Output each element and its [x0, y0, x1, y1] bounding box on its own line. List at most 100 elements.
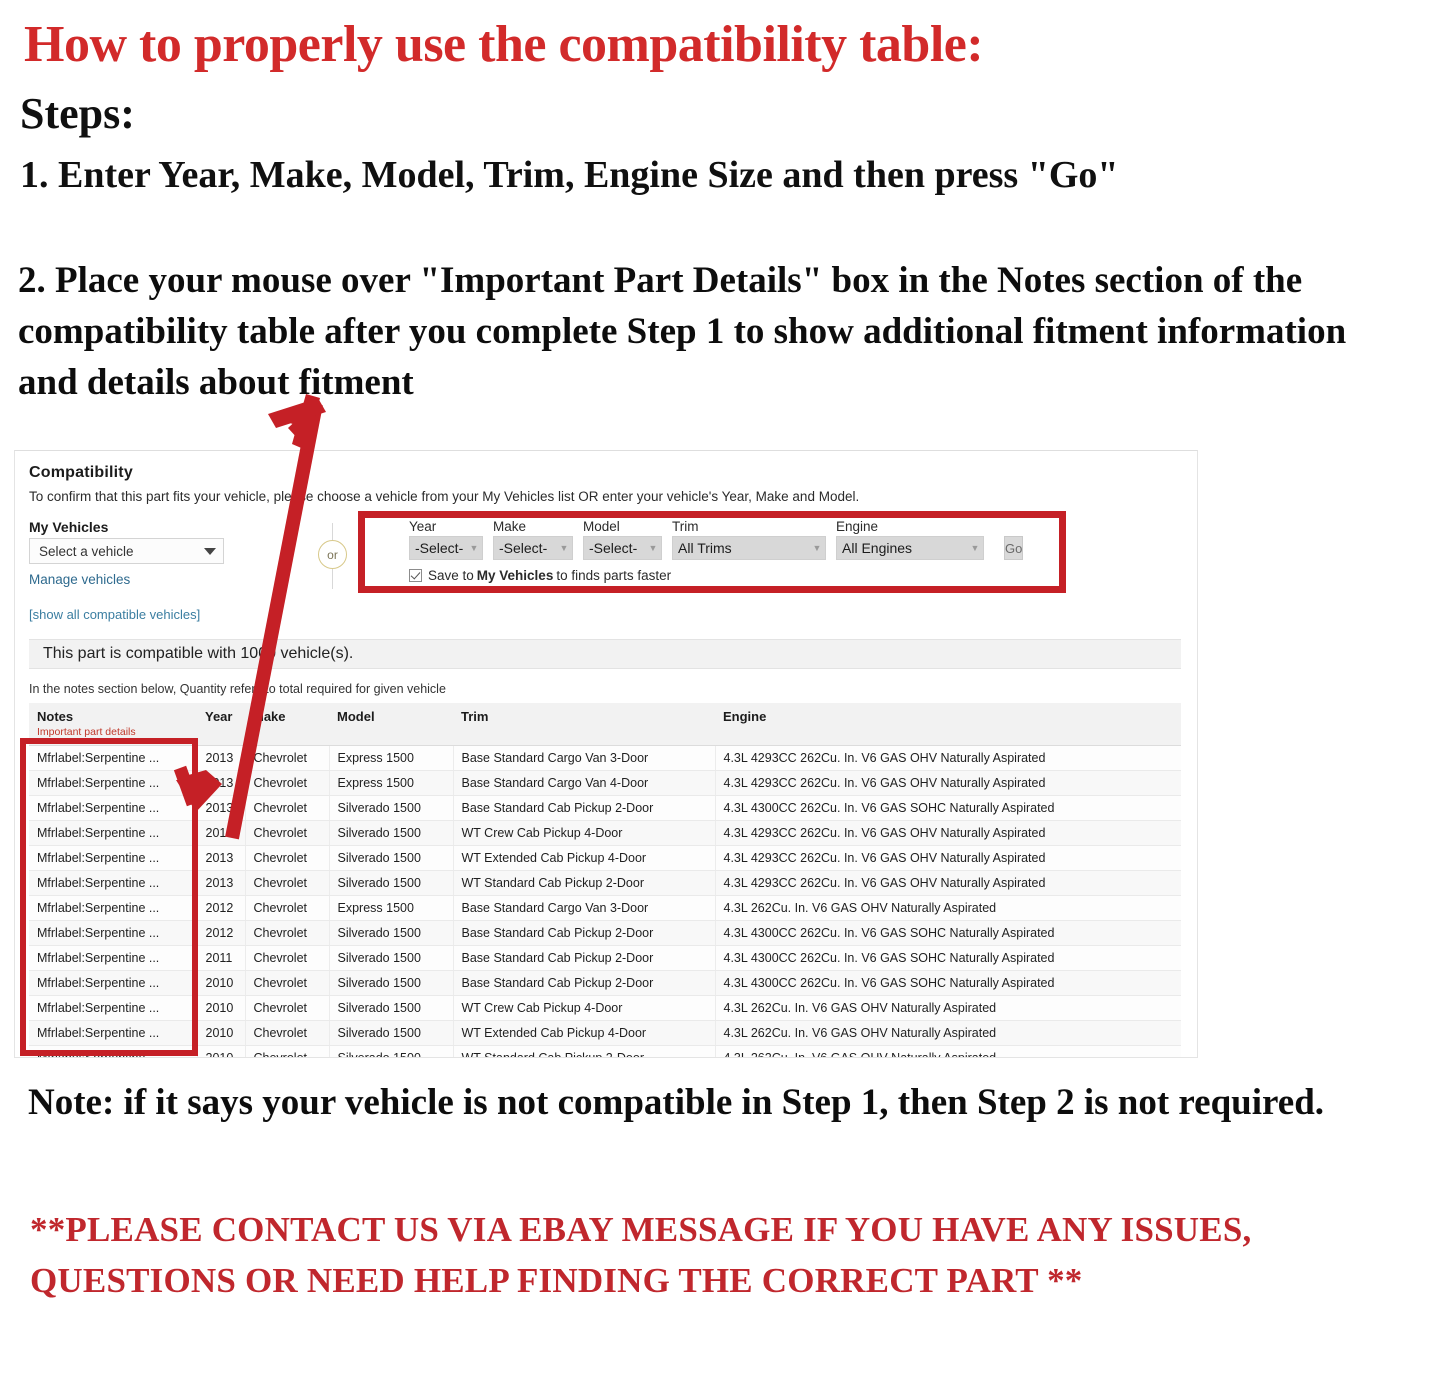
col-header-trim: Trim [453, 703, 715, 746]
col-header-year: Year [197, 703, 245, 746]
highlight-box-notes-column [20, 738, 198, 1056]
compatibility-heading: Compatibility [29, 464, 133, 481]
cell-year: 2013 [197, 745, 246, 771]
note-text: Note: if it says your vehicle is not com… [28, 1082, 1325, 1123]
compatible-count-banner: This part is compatible with 1000 vehicl… [29, 639, 1181, 669]
or-badge-label: or [318, 540, 347, 569]
manage-vehicles-link[interactable]: Manage vehicles [29, 572, 130, 587]
my-vehicles-select[interactable]: Select a vehicle [29, 538, 224, 564]
cell-make: Chevrolet [245, 795, 330, 821]
cell-trim: Base Standard Cab Pickup 2-Door [453, 795, 716, 821]
cell-year: 2013 [197, 870, 246, 896]
cell-year: 2010 [197, 995, 246, 1021]
cell-model: Silverado 1500 [329, 920, 454, 946]
cell-model: Silverado 1500 [329, 970, 454, 996]
cell-model: Silverado 1500 [329, 1045, 454, 1057]
notes-quantity-hint: In the notes section below, Quantity ref… [29, 682, 446, 696]
cell-make: Chevrolet [245, 945, 330, 971]
cell-trim: Base Standard Cab Pickup 2-Door [453, 920, 716, 946]
cell-engine: 4.3L 4300CC 262Cu. In. V6 GAS SOHC Natur… [715, 945, 1181, 971]
compatibility-subtitle: To confirm that this part fits your vehi… [29, 489, 860, 504]
or-divider: or [311, 523, 355, 589]
cell-year: 2013 [197, 845, 246, 871]
cell-trim: Base Standard Cargo Van 3-Door [453, 895, 716, 921]
cell-model: Silverado 1500 [329, 795, 454, 821]
table-row: Mfrlabel:Serpentine ... 2010 Chevrolet Silv… [29, 1020, 1181, 1046]
cell-trim: WT Crew Cab Pickup 4-Door [453, 995, 716, 1021]
cell-trim: Base Standard Cab Pickup 2-Door [453, 945, 716, 971]
cell-engine: 4.3L 4300CC 262Cu. In. V6 GAS SOHC Natur… [715, 795, 1181, 821]
table-row: Mfrlabel:Serpentine ... 2013 Chevrolet Silv… [29, 870, 1181, 896]
table-header-row: Notes Important part details Year Make M… [29, 703, 1181, 746]
cell-model: Express 1500 [329, 745, 454, 771]
cell-engine: 4.3L 4293CC 262Cu. In. V6 GAS OHV Natura… [715, 820, 1181, 846]
cell-engine: 4.3L 4293CC 262Cu. In. V6 GAS OHV Natura… [715, 870, 1181, 896]
cell-year: 2012 [197, 895, 246, 921]
cell-make: Chevrolet [245, 995, 330, 1021]
cell-engine: 4.3L 262Cu. In. V6 GAS OHV Naturally Asp… [715, 1045, 1181, 1057]
cell-year: 2013 [197, 795, 246, 821]
cell-year: 2013 [197, 770, 246, 796]
cell-trim: Base Standard Cab Pickup 2-Door [453, 970, 716, 996]
my-vehicles-select-value: Select a vehicle [39, 543, 134, 559]
contact-text: **PLEASE CONTACT US VIA EBAY MESSAGE IF … [30, 1210, 1252, 1300]
cell-trim: Base Standard Cargo Van 4-Door [453, 770, 716, 796]
cell-model: Silverado 1500 [329, 1020, 454, 1046]
cell-make: Chevrolet [245, 920, 330, 946]
cell-model: Silverado 1500 [329, 820, 454, 846]
table-row: Mfrlabel:Serpentine ... 2010 Chevrolet Silv… [29, 1045, 1181, 1057]
cell-engine: 4.3L 4293CC 262Cu. In. V6 GAS OHV Natura… [715, 845, 1181, 871]
cell-make: Chevrolet [245, 1020, 330, 1046]
table-row: Mfrlabel:Serpentine ... 2012 Chevrolet Expr… [29, 895, 1181, 921]
col-header-model: Model [329, 703, 453, 746]
cell-engine: 4.3L 262Cu. In. V6 GAS OHV Naturally Asp… [715, 1020, 1181, 1046]
table-row: Mfrlabel:Serpentine ... 2013 Chevrolet Silv… [29, 820, 1181, 846]
page-root: How to properly use the compatibility ta… [0, 0, 1445, 1393]
step-2-text: 2. Place your mouse over "Important Part… [18, 260, 1347, 404]
table-row: Mfrlabel:Serpentine ... 2013 Chevrolet Silv… [29, 795, 1181, 821]
cell-make: Chevrolet [245, 895, 330, 921]
table-row: Mfrlabel:Serpentine ... 2013 Chevrolet Expr… [29, 745, 1181, 771]
col-header-engine: Engine [715, 703, 1181, 746]
cell-make: Chevrolet [245, 845, 330, 871]
cell-make: Chevrolet [245, 1045, 330, 1057]
cell-engine: 4.3L 4293CC 262Cu. In. V6 GAS OHV Natura… [715, 770, 1181, 796]
cell-make: Chevrolet [245, 870, 330, 896]
compatibility-table-body: Mfrlabel:Serpentine ... 2013 Chevrolet Expr… [29, 745, 1181, 1057]
cell-model: Silverado 1500 [329, 845, 454, 871]
cell-model: Express 1500 [329, 895, 454, 921]
cell-trim: WT Crew Cab Pickup 4-Door [453, 820, 716, 846]
cell-trim: WT Extended Cab Pickup 4-Door [453, 1020, 716, 1046]
show-all-compatible-vehicles-link[interactable]: [show all compatible vehicles] [29, 607, 200, 622]
table-row: Mfrlabel:Serpentine ... 2012 Chevrolet Silv… [29, 920, 1181, 946]
cell-year: 2010 [197, 970, 246, 996]
table-row: Mfrlabel:Serpentine ... 2013 Chevrolet Expr… [29, 770, 1181, 796]
table-row: Mfrlabel:Serpentine ... 2010 Chevrolet Silv… [29, 970, 1181, 996]
table-row: Mfrlabel:Serpentine ... 2013 Chevrolet Silv… [29, 845, 1181, 871]
cell-model: Silverado 1500 [329, 945, 454, 971]
cell-year: 2013 [197, 820, 246, 846]
cell-year: 2011 [197, 945, 246, 971]
cell-model: Silverado 1500 [329, 870, 454, 896]
cell-engine: 4.3L 4300CC 262Cu. In. V6 GAS SOHC Natur… [715, 970, 1181, 996]
col-header-notes-label: Notes [37, 709, 74, 724]
cell-model: Silverado 1500 [329, 995, 454, 1021]
table-row: Mfrlabel:Serpentine ... 2011 Chevrolet Silv… [29, 945, 1181, 971]
cell-engine: 4.3L 4293CC 262Cu. In. V6 GAS OHV Natura… [715, 745, 1181, 771]
cell-engine: 4.3L 4300CC 262Cu. In. V6 GAS SOHC Natur… [715, 920, 1181, 946]
cell-make: Chevrolet [245, 745, 330, 771]
col-header-make: Make [245, 703, 329, 746]
col-header-notes-sublabel: Important part details [37, 726, 136, 738]
cell-trim: WT Extended Cab Pickup 4-Door [453, 845, 716, 871]
cell-make: Chevrolet [245, 820, 330, 846]
cell-year: 2012 [197, 920, 246, 946]
cell-year: 2010 [197, 1045, 246, 1057]
cell-engine: 4.3L 262Cu. In. V6 GAS OHV Naturally Asp… [715, 995, 1181, 1021]
step-1-text: 1. Enter Year, Make, Model, Trim, Engine… [20, 154, 1119, 196]
highlight-box-vehicle-selector [358, 511, 1066, 593]
cell-trim: Base Standard Cargo Van 3-Door [453, 745, 716, 771]
cell-model: Express 1500 [329, 770, 454, 796]
compatibility-table: Notes Important part details Year Make M… [29, 703, 1181, 1057]
cell-year: 2010 [197, 1020, 246, 1046]
table-row: Mfrlabel:Serpentine ... 2010 Chevrolet Silv… [29, 995, 1181, 1021]
